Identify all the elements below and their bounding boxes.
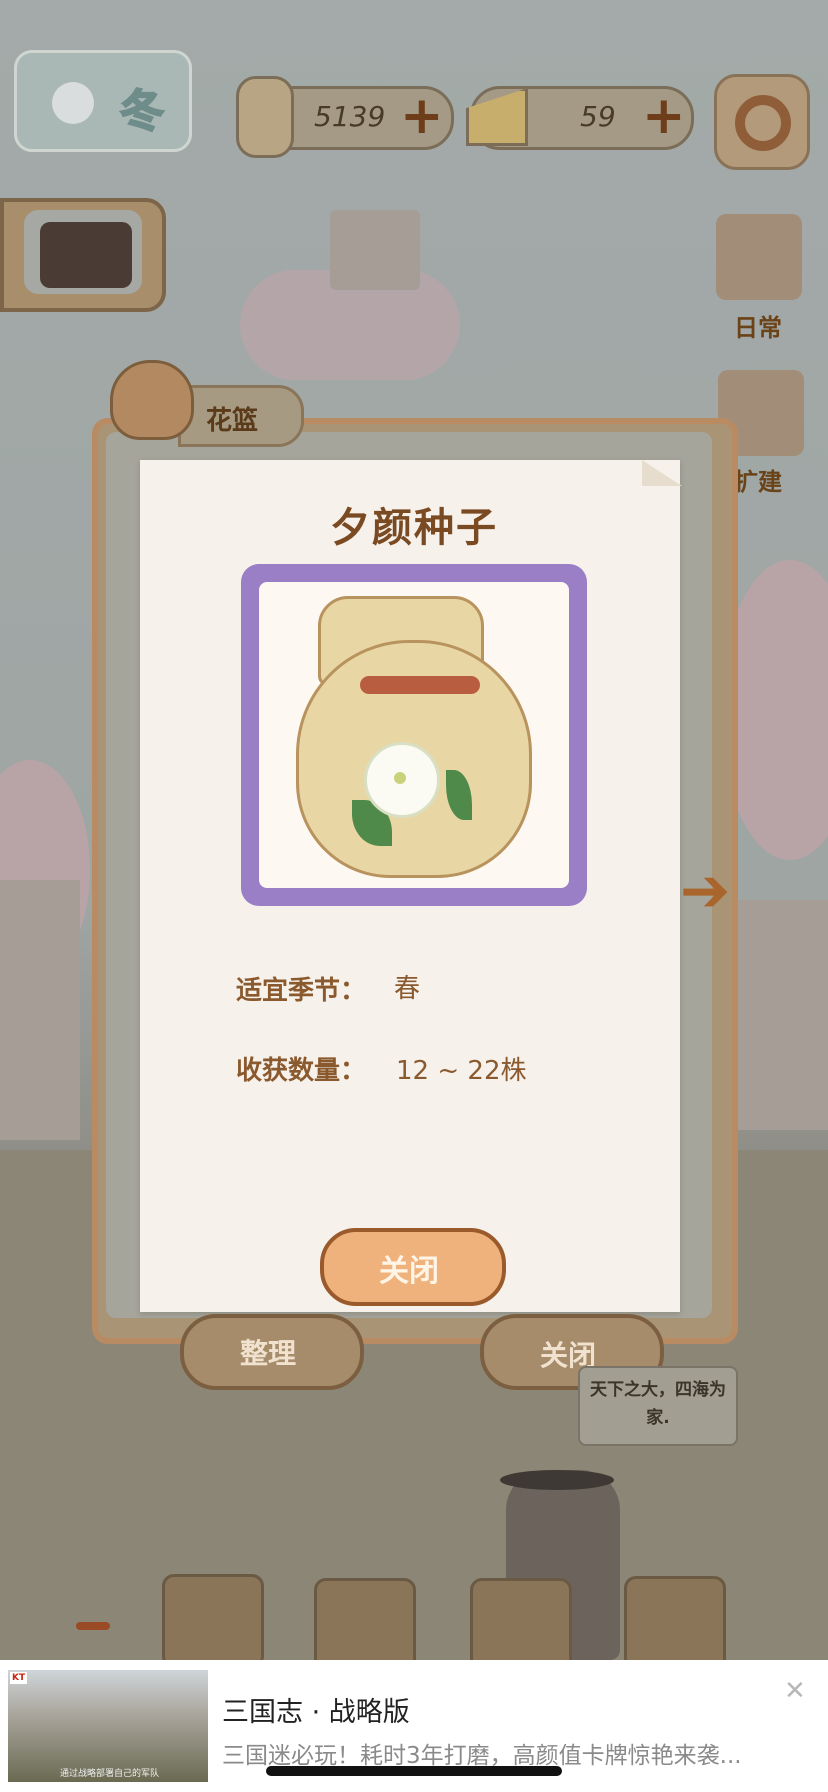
close-detail-label: 关闭 [379,1254,439,1289]
trophy-icon[interactable] [624,1576,726,1670]
ad-title[interactable]: 三国志 · 战略版 [222,1690,410,1729]
organize-label: 整理 [239,1337,296,1370]
flower-basket-dock-icon[interactable] [470,1578,572,1672]
pagoda-left [0,880,80,1140]
shop-stall-icon[interactable] [314,1578,416,1672]
season-info-value: 春 [394,974,421,1004]
dock-toggle[interactable] [76,1622,110,1630]
item-title: 夕颜种子 [330,505,498,551]
harvest-info-value: 12 ~ 22株 [396,1056,527,1086]
add-cheese-button[interactable]: + [642,90,686,142]
daily-tasks-icon[interactable] [716,214,802,300]
castle-icon [330,210,420,290]
season-badge[interactable] [14,50,192,152]
fish-icon [236,76,294,158]
snowman-icon [52,82,94,124]
seed-bag-tie [360,676,480,694]
season-info-label: 适宜季节： [236,976,367,1006]
tab-flower-basket-label: 花篮 [206,406,259,436]
flower-basket-icon [110,360,194,440]
expand-label: 扩建 [734,468,782,496]
speech-text: 天下之大，四海为家. [590,1380,726,1428]
ad-badge: KT [10,1672,28,1684]
window-icon[interactable] [162,1574,264,1668]
pagoda-right [730,900,828,1130]
briefcase-icon [40,222,132,288]
samurai-hat [500,1470,614,1490]
daily-tasks-label: 日常 [734,314,782,342]
flower-center [394,772,406,784]
gear-icon [735,95,791,151]
fish-count: 5139 [314,100,386,133]
cheese-count: 59 [580,100,616,133]
ad-close-icon[interactable]: ✕ [784,1676,806,1706]
home-indicator[interactable] [266,1766,562,1776]
season-label: 冬 [119,85,165,138]
ad-thumb-caption: 通过战略部署自己的军队 [60,1769,160,1779]
add-fish-button[interactable]: + [400,90,444,142]
harvest-info-label: 收获数量： [236,1056,367,1086]
next-arrow-icon[interactable]: ➔ [680,856,730,926]
ad-description[interactable]: 三国迷必玩！耗时3年打磨，高颜值卡牌惊艳来袭... [222,1736,742,1770]
